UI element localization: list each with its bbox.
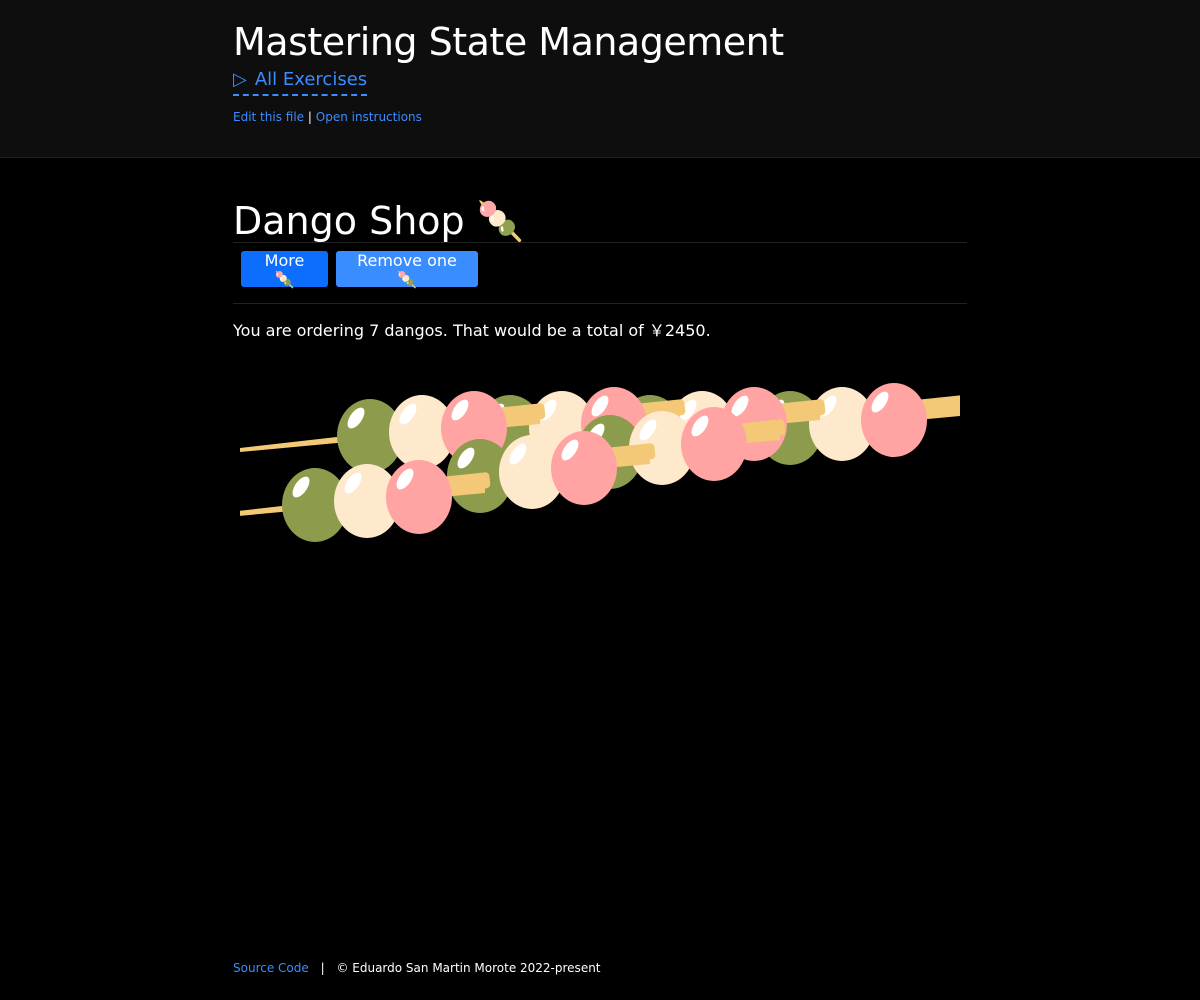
page-footer: Source Code | © Eduardo San Martin Morot… — [233, 960, 601, 976]
more-button[interactable]: More 🍡 — [241, 251, 328, 289]
page-title: Dango Shop 🍡 — [233, 199, 525, 243]
link-separator: | — [307, 110, 312, 124]
header-links: Edit this file | Open instructions — [233, 109, 422, 125]
remove-one-button[interactable]: Remove one 🍡 — [336, 251, 478, 289]
all-exercises-label: All Exercises — [254, 69, 368, 90]
all-exercises-toggle[interactable]: ▷ All Exercises — [233, 68, 368, 96]
page-header: Mastering State Management ▷ All Exercise… — [0, 0, 1200, 158]
order-summary: You are ordering 7 dangos. That would be… — [233, 321, 711, 340]
app-title: Mastering State Management — [233, 20, 784, 64]
copyright-text: © Eduardo San Martin Morote 2022-present — [336, 961, 601, 975]
source-code-link[interactable]: Source Code — [233, 961, 309, 975]
divider — [233, 242, 967, 243]
dango-skewers-illustration — [240, 383, 960, 542]
edit-file-link[interactable]: Edit this file — [233, 110, 304, 124]
triangle-right-icon: ▷ — [233, 69, 247, 90]
open-instructions-link[interactable]: Open instructions — [316, 110, 422, 124]
divider — [233, 303, 967, 304]
footer-separator: | — [320, 961, 325, 975]
